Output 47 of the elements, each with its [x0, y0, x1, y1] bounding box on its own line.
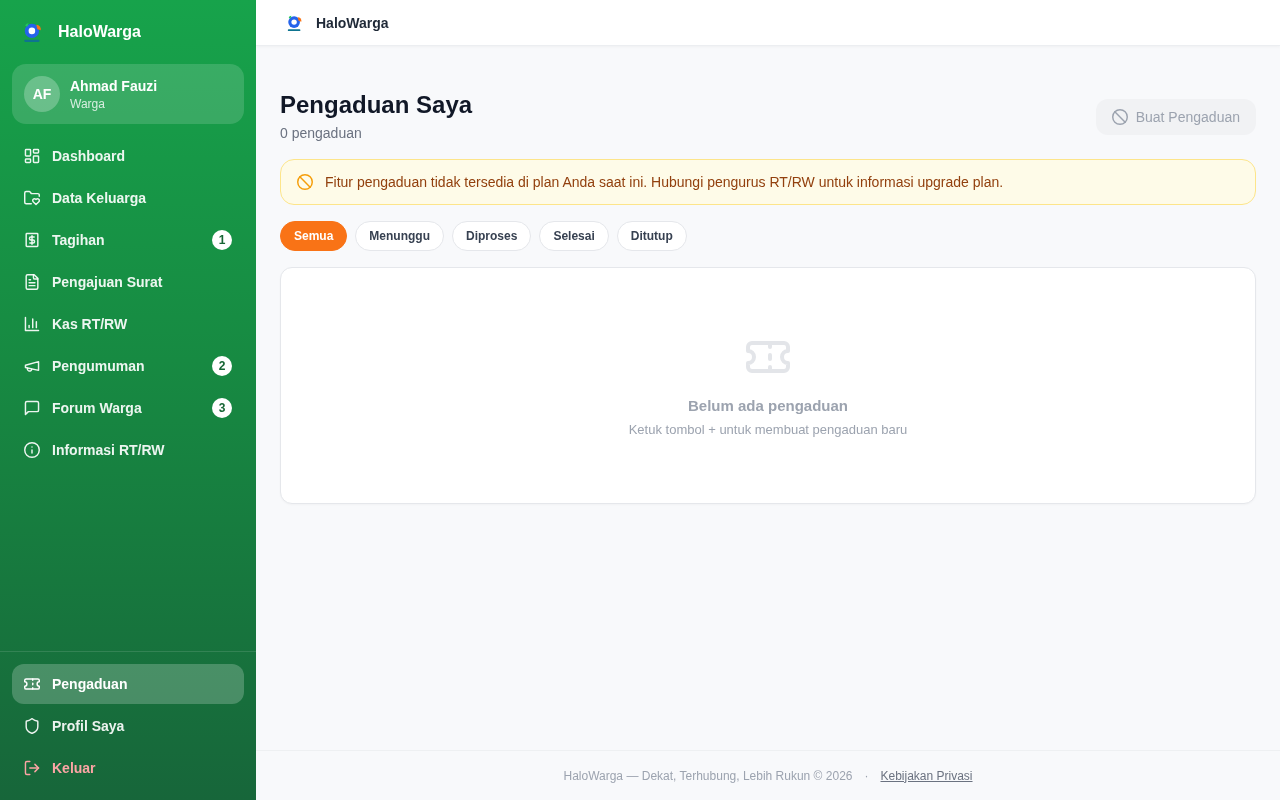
folder-heart-icon [24, 190, 40, 206]
info-icon [24, 442, 40, 458]
sidebar-nav-item[interactable]: Tagihan 1 [12, 220, 244, 260]
privacy-link[interactable]: Kebijakan Privasi [880, 768, 973, 783]
count-badge: 2 [212, 356, 232, 376]
document-icon [24, 274, 40, 290]
sidebar-nav-item[interactable]: Pengaduan [12, 664, 244, 704]
dashboard-grid-icon [24, 148, 40, 164]
dollar-receipt-icon [24, 232, 40, 248]
user-role: Warga [70, 96, 106, 111]
alert-message: Fitur pengaduan tidak tersedia di plan Anda saat ini. Hubungi pengurus RT/RW untuk informasi upgrade plan. [325, 174, 1004, 190]
sidebar-nav-item[interactable]: Kas RT/RW [12, 304, 244, 344]
bar-chart-icon [24, 316, 40, 332]
logout-icon [24, 760, 40, 776]
chat-bubble-icon [24, 400, 40, 416]
footer-separator: · [864, 768, 869, 783]
count-badge: 1 [212, 230, 232, 250]
user-name: Ahmad Fauzi [70, 77, 158, 94]
sidebar-nav-item[interactable]: Pengumuman 2 [12, 346, 244, 386]
shield-icon [24, 718, 40, 734]
sidebar-nav-item[interactable]: Dashboard [12, 136, 244, 176]
page-title: Pengaduan Saya [280, 90, 473, 120]
sidebar-nav-item[interactable]: Data Keluarga [12, 178, 244, 218]
filter-tab[interactable]: Diproses [452, 221, 532, 251]
sidebar-nav-item[interactable]: Profil Saya [12, 706, 244, 746]
sidebar-nav-item[interactable]: Informasi RT/RW [12, 430, 244, 470]
megaphone-icon [24, 358, 40, 374]
empty-hint: Ketuk tombol + untuk membuat pengaduan baru [628, 421, 908, 437]
brand-name: HaloWarga [316, 14, 389, 31]
count-badge: 3 [212, 398, 232, 418]
brand-name: HaloWarga [58, 23, 141, 41]
filter-tab[interactable]: Ditutup [616, 221, 687, 251]
logo-icon [286, 13, 304, 32]
ticket-icon [24, 676, 40, 692]
empty-title: Belum ada pengaduan [688, 396, 848, 414]
ban-icon [297, 174, 313, 190]
complaint-count: 0 pengaduan [280, 124, 363, 143]
ban-icon [1111, 108, 1128, 125]
footer-text: HaloWarga — Dekat, Terhubung, Lebih Rukun © 2026 [563, 768, 853, 783]
avatar: AF [24, 76, 60, 112]
logo-icon [22, 21, 44, 43]
sidebar-nav-item[interactable]: Forum Warga 3 [12, 388, 244, 428]
sidebar-nav-item[interactable]: Pengajuan Surat [12, 262, 244, 302]
filter-tab[interactable]: Menunggu [355, 221, 444, 251]
filter-tab[interactable]: Selesai [539, 221, 609, 251]
filter-tab[interactable]: Semua [280, 221, 348, 251]
sidebar-nav-item[interactable]: Keluar [12, 748, 244, 788]
